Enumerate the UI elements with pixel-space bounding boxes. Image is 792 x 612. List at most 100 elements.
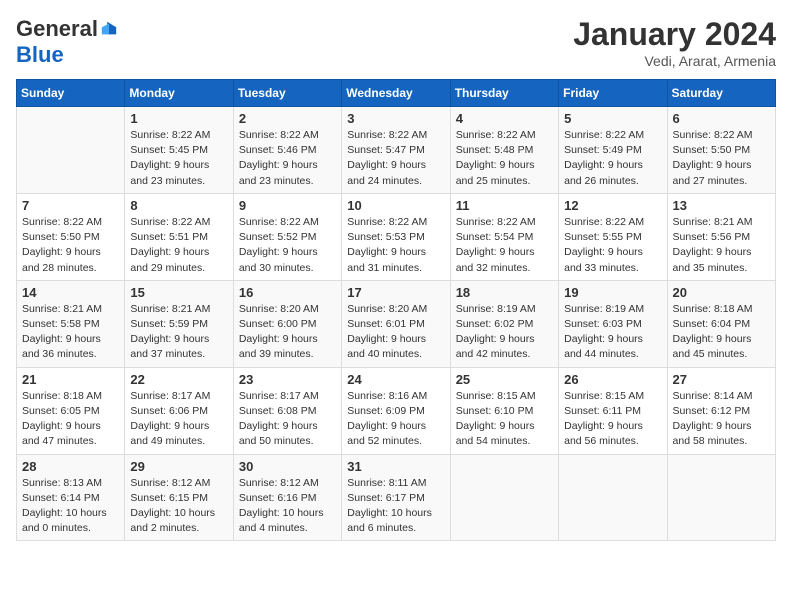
day-info-line: and 39 minutes. — [239, 348, 314, 360]
day-info-line: and 4 minutes. — [239, 522, 308, 534]
day-number: 12 — [564, 198, 661, 213]
day-info: Sunrise: 8:12 AMSunset: 6:16 PMDaylight:… — [239, 476, 336, 537]
day-info-line: Sunset: 5:50 PM — [673, 144, 751, 156]
day-info: Sunrise: 8:22 AMSunset: 5:46 PMDaylight:… — [239, 128, 336, 189]
day-info-line: and 30 minutes. — [239, 262, 314, 274]
day-number: 5 — [564, 111, 661, 126]
day-info: Sunrise: 8:19 AMSunset: 6:02 PMDaylight:… — [456, 302, 553, 363]
day-info-line: Daylight: 10 hours — [22, 507, 107, 519]
day-info-line: Sunset: 5:49 PM — [564, 144, 642, 156]
calendar-day-cell: 21Sunrise: 8:18 AMSunset: 6:05 PMDayligh… — [17, 367, 125, 454]
day-info-line: Sunrise: 8:13 AM — [22, 477, 102, 489]
day-info-line: Daylight: 9 hours — [347, 246, 426, 258]
day-info: Sunrise: 8:17 AMSunset: 6:06 PMDaylight:… — [130, 389, 227, 450]
day-info-line: Sunset: 5:47 PM — [347, 144, 425, 156]
weekday-header-friday: Friday — [559, 80, 667, 107]
day-info-line: Daylight: 9 hours — [673, 333, 752, 345]
day-info-line: Sunrise: 8:18 AM — [22, 390, 102, 402]
day-number: 23 — [239, 372, 336, 387]
day-info-line: Daylight: 9 hours — [130, 246, 209, 258]
day-info: Sunrise: 8:22 AMSunset: 5:48 PMDaylight:… — [456, 128, 553, 189]
calendar-day-cell: 1Sunrise: 8:22 AMSunset: 5:45 PMDaylight… — [125, 107, 233, 194]
day-info-line: and 42 minutes. — [456, 348, 531, 360]
day-info: Sunrise: 8:13 AM Sunset: 6:14 PM Daylight:… — [22, 476, 119, 537]
day-info-line: Sunrise: 8:19 AM — [456, 303, 536, 315]
calendar-week-row: 21 Sunrise: 8:18 AM Sunset: 6:05 PM Dayligh… — [17, 367, 776, 454]
calendar-day-cell: 4Sunrise: 8:22 AMSunset: 5:48 PMDaylight… — [450, 107, 558, 194]
day-info-line: Sunrise: 8:11 AM — [347, 477, 426, 489]
day-info-line: and 29 minutes. — [130, 262, 205, 274]
day-info-line: and 50 minutes. — [239, 435, 314, 447]
day-info-line: Sunset: 5:55 PM — [564, 231, 642, 243]
day-info-line: Sunset: 6:06 PM — [130, 405, 208, 417]
day-info: Sunrise: 8:15 AMSunset: 6:11 PMDaylight:… — [564, 389, 661, 450]
day-info: Sunrise: 8:22 AMSunset: 5:54 PMDaylight:… — [456, 215, 553, 276]
calendar-empty-cell — [667, 454, 775, 541]
day-number: 21 — [22, 372, 119, 387]
day-info-line: and 54 minutes. — [456, 435, 531, 447]
day-info: Sunrise: 8:22 AMSunset: 5:49 PMDaylight:… — [564, 128, 661, 189]
calendar-day-cell: 18Sunrise: 8:19 AMSunset: 6:02 PMDayligh… — [450, 280, 558, 367]
day-number: 17 — [347, 285, 444, 300]
day-info: Sunrise: 8:12 AMSunset: 6:15 PMDaylight:… — [130, 476, 227, 537]
weekday-header-row: SundayMondayTuesdayWednesdayThursdayFrid… — [17, 80, 776, 107]
day-info-line: and 32 minutes. — [456, 262, 531, 274]
day-number: 11 — [456, 198, 553, 213]
day-info-line: Daylight: 9 hours — [22, 333, 101, 345]
calendar-day-cell: 11 Sunrise: 8:22 AMSunset: 5:54 PMDayligh… — [450, 193, 558, 280]
day-number: 16 — [239, 285, 336, 300]
day-info-line: Daylight: 9 hours — [673, 159, 752, 171]
day-info-line: Daylight: 9 hours — [673, 246, 752, 258]
day-info-line: Sunrise: 8:18 AM — [673, 303, 753, 315]
calendar-table: SundayMondayTuesdayWednesdayThursdayFrid… — [16, 79, 776, 541]
day-info-line: and 45 minutes. — [673, 348, 748, 360]
calendar-day-cell: 27 Sunrise: 8:14 AMSunset: 6:12 PMDayligh… — [667, 367, 775, 454]
day-info-line: and 23 minutes. — [239, 175, 314, 187]
day-info-line: Sunrise: 8:19 AM — [564, 303, 644, 315]
calendar-empty-cell — [450, 454, 558, 541]
day-info-line: Sunset: 6:02 PM — [456, 318, 534, 330]
day-info-line: Daylight: 9 hours — [564, 420, 643, 432]
day-number: 27 — [673, 372, 770, 387]
day-info: Sunrise: 8:22 AMSunset: 5:50 PMDaylight:… — [673, 128, 770, 189]
calendar-day-cell: 14Sunrise: 8:21 AMSunset: 5:58 PMDayligh… — [17, 280, 125, 367]
day-number: 25 — [456, 372, 553, 387]
day-info-line: and 0 minutes. — [22, 522, 91, 534]
day-info-line: and 56 minutes. — [564, 435, 639, 447]
day-info-line: Sunset: 5:46 PM — [239, 144, 317, 156]
day-info-line: Sunset: 5:59 PM — [130, 318, 208, 330]
calendar-day-cell: 12 Sunrise: 8:22 AMSunset: 5:55 PMDayligh… — [559, 193, 667, 280]
calendar-day-cell: 9Sunrise: 8:22 AMSunset: 5:52 PMDaylight… — [233, 193, 341, 280]
day-info: Sunrise: 8:14 AMSunset: 6:12 PMDaylight:… — [673, 389, 770, 450]
day-info-line: Sunset: 6:05 PM — [22, 405, 100, 417]
day-info: Sunrise: 8:22 AMSunset: 5:55 PMDaylight:… — [564, 215, 661, 276]
day-info-line: and 2 minutes. — [130, 522, 199, 534]
day-info-line: Daylight: 9 hours — [347, 333, 426, 345]
day-info-line: Sunrise: 8:21 AM — [673, 216, 753, 228]
calendar-day-cell: 3Sunrise: 8:22 AMSunset: 5:47 PMDaylight… — [342, 107, 450, 194]
day-info-line: Daylight: 9 hours — [130, 333, 209, 345]
calendar-day-cell: 31Sunrise: 8:11 AMSunset: 6:17 PMDayligh… — [342, 454, 450, 541]
day-number: 19 — [564, 285, 661, 300]
day-number: 2 — [239, 111, 336, 126]
day-info-line: Sunrise: 8:22 AM — [22, 216, 102, 228]
day-info-line: Daylight: 9 hours — [239, 246, 318, 258]
logo-blue-text: Blue — [16, 42, 64, 67]
day-info-line: Sunset: 6:09 PM — [347, 405, 425, 417]
day-info: Sunrise: 8:21 AMSunset: 5:59 PMDaylight:… — [130, 302, 227, 363]
day-info-line: Sunset: 6:01 PM — [347, 318, 425, 330]
day-info-line: Daylight: 10 hours — [239, 507, 324, 519]
day-info: Sunrise: 8:20 AMSunset: 6:00 PMDaylight:… — [239, 302, 336, 363]
calendar-day-cell: 16 Sunrise: 8:20 AMSunset: 6:00 PMDayligh… — [233, 280, 341, 367]
calendar-week-row: 7Sunrise: 8:22 AMSunset: 5:50 PMDaylight… — [17, 193, 776, 280]
calendar-day-cell: 23 Sunrise: 8:17 AMSunset: 6:08 PMDayligh… — [233, 367, 341, 454]
page-header: General Blue January 2024 Vedi, Ararat, … — [16, 16, 776, 69]
day-info-line: Sunrise: 8:15 AM — [456, 390, 536, 402]
day-info-line: and 24 minutes. — [347, 175, 422, 187]
day-info: Sunrise: 8:17 AMSunset: 6:08 PMDaylight:… — [239, 389, 336, 450]
calendar-day-cell: 22Sunrise: 8:17 AMSunset: 6:06 PMDayligh… — [125, 367, 233, 454]
day-number: 15 — [130, 285, 227, 300]
calendar-day-cell: 30Sunrise: 8:12 AMSunset: 6:16 PMDayligh… — [233, 454, 341, 541]
day-info-line: Sunset: 6:14 PM — [22, 492, 100, 504]
day-info: Sunrise: 8:20 AMSunset: 6:01 PMDaylight:… — [347, 302, 444, 363]
